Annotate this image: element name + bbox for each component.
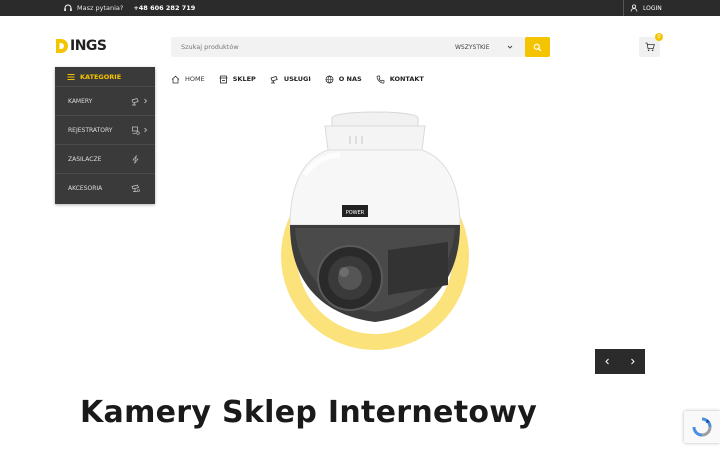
- phone-number[interactable]: +48 606 282 719: [133, 4, 195, 12]
- camera-icon: [131, 97, 139, 105]
- help-question: Masz pytania?: [77, 4, 124, 12]
- logo-mark-icon: [56, 39, 68, 53]
- logo[interactable]: INGS: [55, 37, 107, 55]
- cart-icon: [645, 42, 655, 52]
- chevron-right-icon: [144, 98, 148, 104]
- cart-count-badge: 0: [655, 33, 663, 41]
- category-item-akcesoria[interactable]: AKCESORIA: [55, 174, 155, 203]
- help-contact: Masz pytania? +48 606 282 719: [63, 3, 195, 13]
- category-label: AKCESORIA: [68, 185, 103, 192]
- brand-badge: POWER: [346, 210, 365, 216]
- nav-label: USŁUGI: [283, 75, 311, 83]
- search-button[interactable]: [525, 37, 550, 57]
- login-link[interactable]: LOGIN: [623, 0, 662, 16]
- chevron-left-icon: [605, 358, 609, 365]
- lightning-icon: [132, 154, 139, 164]
- accessory-icon: [131, 184, 140, 192]
- phone-icon: [376, 75, 385, 83]
- category-select[interactable]: WSZYSTKIE: [455, 37, 519, 57]
- recaptcha-badge[interactable]: [684, 411, 720, 443]
- chevron-right-icon: [631, 358, 635, 365]
- category-item-kamery[interactable]: KAMERY: [55, 87, 155, 116]
- nav-label: HOME: [185, 75, 205, 83]
- categories-header[interactable]: KATEGORIE: [55, 67, 155, 87]
- home-icon: [171, 75, 180, 83]
- search-bar: WSZYSTKIE: [171, 37, 550, 57]
- nav-label: SKLEP: [232, 75, 256, 83]
- nav-label: KONTAKT: [389, 75, 424, 83]
- category-label: REJESTRATORY: [68, 126, 113, 134]
- login-label: LOGIN: [643, 4, 662, 12]
- hero-camera-image: POWER: [281, 111, 469, 350]
- main-nav: HOME SKLEP USŁUGI O NAS KONTAKT: [171, 73, 424, 85]
- search-input[interactable]: [181, 40, 421, 54]
- hamburger-icon: [67, 73, 75, 80]
- top-bar: Masz pytania? +48 606 282 719 LOGIN: [0, 0, 720, 16]
- recaptcha-icon: [692, 417, 712, 437]
- categories-title: KATEGORIE: [80, 72, 122, 81]
- category-label: KAMERY: [68, 97, 93, 105]
- service-icon: [270, 75, 278, 83]
- nav-about[interactable]: O NAS: [325, 73, 362, 85]
- slider-prev-button[interactable]: [595, 349, 620, 374]
- logo-text: INGS: [70, 38, 107, 54]
- headset-icon: [64, 4, 72, 11]
- globe-icon: [325, 75, 334, 83]
- page-title: Kamery Sklep Internetowy: [80, 395, 538, 430]
- shop-icon: [219, 75, 228, 83]
- categories-menu: KATEGORIE KAMERY REJESTRATORY ZASILACZE …: [55, 67, 155, 204]
- nav-label: O NAS: [338, 75, 362, 83]
- category-item-rejestratory[interactable]: REJESTRATORY: [55, 116, 155, 145]
- nav-shop[interactable]: SKLEP: [219, 73, 256, 85]
- slider-next-button[interactable]: [620, 349, 645, 374]
- search-icon: [533, 43, 542, 51]
- nav-services[interactable]: USŁUGI: [270, 73, 311, 85]
- cart-button[interactable]: 0: [639, 33, 663, 57]
- nav-contact[interactable]: KONTAKT: [376, 73, 424, 85]
- nav-home[interactable]: HOME: [171, 73, 205, 85]
- category-select-value: WSZYSTKIE: [455, 43, 490, 51]
- slider-nav: [595, 349, 645, 374]
- user-icon: [630, 4, 638, 12]
- recorder-icon: [132, 126, 140, 135]
- chevron-down-icon: [507, 45, 513, 49]
- chevron-right-icon: [144, 127, 148, 133]
- category-item-zasilacze[interactable]: ZASILACZE: [55, 145, 155, 174]
- category-label: ZASILACZE: [68, 155, 102, 163]
